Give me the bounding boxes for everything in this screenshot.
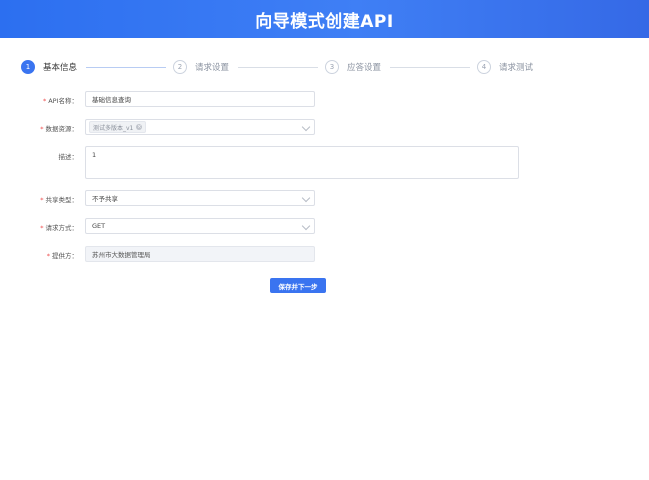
share-type-select[interactable]: 不予共享 xyxy=(85,190,315,206)
step-request-test[interactable]: 4 请求测试 xyxy=(477,58,533,76)
step-number: 2 xyxy=(173,60,187,74)
chevron-down-icon xyxy=(301,193,311,203)
step-label: 请求设置 xyxy=(195,63,230,73)
step-label: 基本信息 xyxy=(43,63,78,73)
required-mark: * xyxy=(42,97,47,105)
provider-value: 苏州市大数据管理局 xyxy=(92,251,151,259)
step-response-settings[interactable]: 3 应答设置 xyxy=(325,58,381,76)
step-request-settings[interactable]: 2 请求设置 xyxy=(173,58,229,76)
save-next-button[interactable]: 保存并下一步 xyxy=(270,278,326,293)
step-connector xyxy=(238,67,318,68)
step-number: 1 xyxy=(21,60,35,74)
step-label: 请求测试 xyxy=(499,63,534,73)
method-select[interactable]: GET xyxy=(85,218,315,234)
provider-label: * 提供方： xyxy=(46,252,78,260)
datasource-label: * 数据资源： xyxy=(40,125,78,133)
datasource-select[interactable]: 测试多版本_v1 × xyxy=(85,119,315,135)
method-value: GET xyxy=(92,222,106,230)
api-name-label: * API名称： xyxy=(42,97,78,105)
step-basic-info[interactable]: 1 基本信息 xyxy=(21,58,77,76)
page-title: 向导模式创建API xyxy=(255,11,394,32)
description-label: 描述： xyxy=(58,153,79,161)
share-type-label: * 共享类型： xyxy=(40,196,78,204)
step-number: 4 xyxy=(477,60,491,74)
datasource-tag: 测试多版本_v1 × xyxy=(89,121,147,133)
wizard-steps: 1 基本信息 2 请求设置 3 应答设置 4 请求测试 xyxy=(0,58,649,76)
step-label: 应答设置 xyxy=(347,63,382,73)
step-connector xyxy=(390,67,470,68)
chevron-down-icon xyxy=(301,122,311,132)
api-name-value: 基础信息查询 xyxy=(92,96,131,104)
required-mark: * xyxy=(40,125,44,133)
tag-close-icon[interactable]: × xyxy=(136,124,143,130)
step-number: 3 xyxy=(325,60,339,74)
required-mark: * xyxy=(40,224,44,232)
provider-input: 苏州市大数据管理局 xyxy=(85,246,315,262)
step-connector xyxy=(86,67,166,68)
required-mark: * xyxy=(40,196,44,204)
description-textarea[interactable]: 1 xyxy=(85,146,519,179)
page-header: 向导模式创建API xyxy=(0,0,649,38)
api-name-input[interactable]: 基础信息查询 xyxy=(85,91,315,107)
required-mark: * xyxy=(46,252,50,260)
chevron-down-icon xyxy=(301,221,311,231)
description-value: 1 xyxy=(92,151,97,159)
share-type-value: 不予共享 xyxy=(92,195,118,203)
method-label: * 请求方式： xyxy=(40,224,78,232)
